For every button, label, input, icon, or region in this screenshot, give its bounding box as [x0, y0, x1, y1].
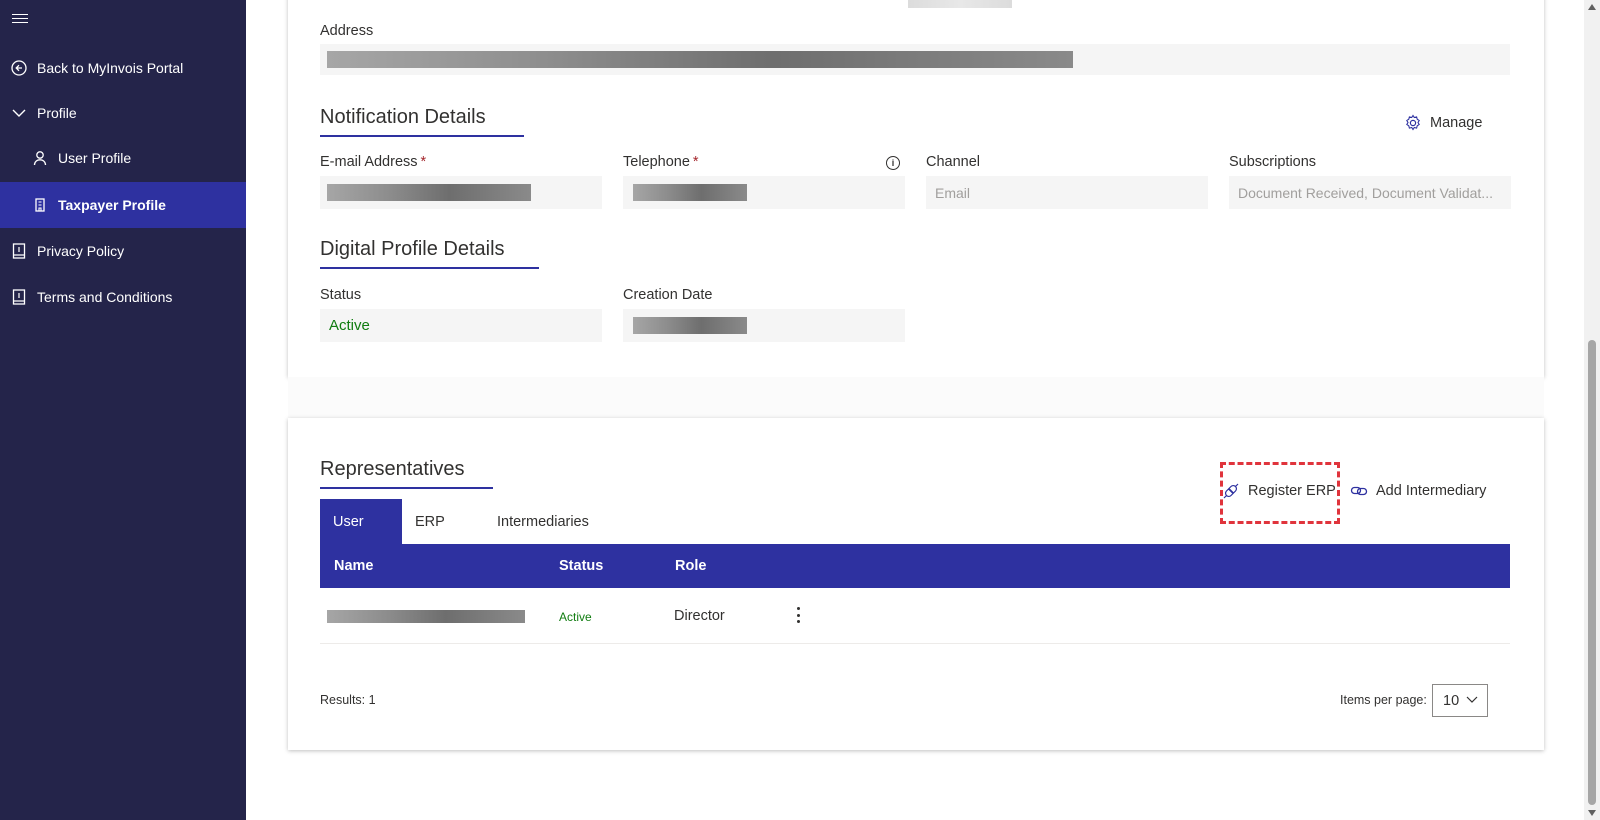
scroll-up-arrow-icon[interactable] [1588, 4, 1596, 10]
add-intermediary-button[interactable]: Add Intermediary [1350, 482, 1486, 500]
items-per-page-value: 10 [1443, 692, 1460, 709]
tab-intermediaries[interactable]: Intermediaries [484, 499, 602, 545]
info-icon[interactable]: i [886, 156, 900, 170]
sidebar-item-profile[interactable]: Profile [0, 90, 246, 136]
redacted-value [327, 184, 531, 201]
telephone-field [623, 176, 905, 209]
subscriptions-field: Document Received, Document Validat... [1229, 176, 1511, 209]
telephone-label: Telephone * [623, 154, 699, 170]
required-mark: * [420, 154, 427, 170]
representatives-title: Representatives [320, 458, 493, 489]
add-intermediary-label: Add Intermediary [1376, 483, 1487, 499]
register-erp-button[interactable]: Register ERP [1222, 482, 1336, 500]
more-options-icon[interactable] [792, 604, 804, 626]
redacted-value [633, 317, 747, 334]
building-icon [31, 196, 49, 214]
row-status: Active [559, 610, 592, 624]
items-per-page-select[interactable]: 10 [1432, 684, 1488, 717]
table-row: Active Director [320, 588, 1510, 644]
column-header-name[interactable]: Name [334, 558, 374, 574]
link-icon [1350, 486, 1368, 496]
creation-date-field [623, 309, 905, 342]
section-gap [288, 377, 1544, 418]
table-header: Name Status Role [320, 544, 1510, 588]
sidebar-item-label: Back to MyInvois Portal [37, 60, 184, 76]
address-label: Address [320, 23, 374, 39]
sidebar-item-label: Profile [37, 105, 77, 121]
sidebar-item-user-profile[interactable]: User Profile [0, 135, 246, 181]
gear-icon [1406, 114, 1420, 131]
redacted-value [908, 0, 1012, 8]
scroll-down-arrow-icon[interactable] [1588, 810, 1596, 816]
tab-erp[interactable]: ERP [402, 499, 484, 545]
representatives-tabs: User ERP Intermediaries [320, 499, 602, 545]
sidebar-item-privacy-policy[interactable]: Privacy Policy [0, 228, 246, 274]
sidebar-item-label: Privacy Policy [37, 243, 125, 259]
profile-details-card: Address Notification Details Manage E-ma… [288, 0, 1544, 377]
notification-details-title: Notification Details [320, 106, 524, 137]
chevron-down-icon [10, 104, 28, 122]
redacted-value [327, 51, 1073, 68]
sidebar-item-label: User Profile [58, 150, 132, 166]
sidebar: Back to MyInvois Portal Profile User Pro… [0, 0, 246, 820]
book-icon [10, 242, 28, 260]
sidebar-item-terms-and-conditions[interactable]: Terms and Conditions [0, 274, 246, 320]
column-header-role[interactable]: Role [675, 558, 706, 574]
person-icon [31, 149, 49, 167]
vertical-scrollbar[interactable] [1584, 0, 1600, 820]
creation-date-label: Creation Date [623, 287, 713, 303]
column-header-status[interactable]: Status [559, 558, 603, 574]
chevron-down-icon [1466, 696, 1478, 703]
items-per-page-label: Items per page: [1340, 693, 1427, 707]
tab-user[interactable]: User [320, 499, 402, 545]
sidebar-item-taxpayer-profile[interactable]: Taxpayer Profile [0, 182, 246, 228]
status-label: Status [320, 287, 362, 303]
manage-label: Manage [1430, 115, 1483, 131]
representatives-card: Representatives Register ERP Add Interme… [288, 418, 1544, 750]
sidebar-item-label: Taxpayer Profile [58, 197, 166, 213]
arrow-left-circle-icon [10, 59, 28, 77]
book-icon [10, 288, 28, 306]
register-erp-label: Register ERP [1248, 483, 1336, 499]
row-role: Director [674, 608, 725, 624]
telephone-label-text: Telephone [623, 154, 690, 170]
sidebar-item-label: Terms and Conditions [37, 289, 173, 305]
scrollbar-thumb[interactable] [1588, 340, 1596, 805]
redacted-value [633, 184, 747, 201]
main-content: Address Notification Details Manage E-ma… [246, 0, 1584, 820]
results-count: Results: 1 [320, 693, 376, 707]
status-field: Active [320, 309, 602, 342]
channel-field: Email [926, 176, 1208, 209]
redacted-value [327, 610, 525, 623]
sidebar-item-back-to-portal[interactable]: Back to MyInvois Portal [0, 45, 246, 91]
required-mark: * [692, 154, 699, 170]
channel-label: Channel [926, 154, 981, 170]
email-field [320, 176, 602, 209]
plug-icon [1223, 483, 1239, 499]
email-label-text: E-mail Address [320, 154, 418, 170]
email-label: E-mail Address * [320, 154, 426, 170]
address-field [320, 44, 1510, 75]
hamburger-menu-icon[interactable] [12, 14, 28, 28]
digital-profile-details-title: Digital Profile Details [320, 238, 539, 269]
manage-button[interactable]: Manage [1404, 114, 1482, 132]
subscriptions-label: Subscriptions [1229, 154, 1317, 170]
